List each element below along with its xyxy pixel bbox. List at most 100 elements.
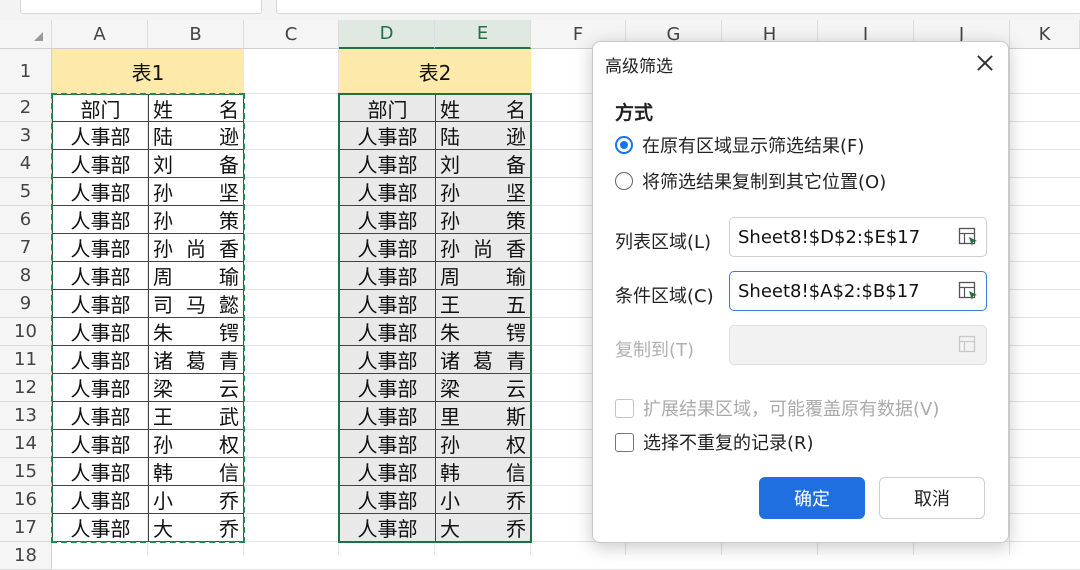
- table1-cell-dept[interactable]: 人事部: [52, 122, 148, 150]
- table1-cell-name[interactable]: 孙坚: [148, 178, 244, 206]
- cancel-button[interactable]: 取消: [879, 477, 985, 519]
- row-header-8[interactable]: 8: [0, 262, 52, 290]
- table1-cell-name[interactable]: 刘备: [148, 150, 244, 178]
- table1-cell-dept[interactable]: 人事部: [52, 374, 148, 402]
- table2-cell-name[interactable]: 大乔: [435, 514, 531, 542]
- table1-cell-dept[interactable]: 人事部: [52, 178, 148, 206]
- row-header-10[interactable]: 10: [0, 318, 52, 346]
- list-range-field[interactable]: Sheet8!$D$2:$E$17: [729, 217, 987, 257]
- table1-header-dept[interactable]: 部门: [52, 94, 148, 122]
- row-header-9[interactable]: 9: [0, 290, 52, 318]
- row-header-4[interactable]: 4: [0, 150, 52, 178]
- table2-cell-name[interactable]: 孙权: [435, 430, 531, 458]
- table1-cell-name[interactable]: 大乔: [148, 514, 244, 542]
- table1-cell-dept[interactable]: 人事部: [52, 346, 148, 374]
- table2-cell-dept[interactable]: 人事部: [339, 514, 435, 542]
- table2-cell-dept[interactable]: 人事部: [339, 346, 435, 374]
- row-header-5[interactable]: 5: [0, 178, 52, 206]
- table2-cell-name[interactable]: 韩信: [435, 458, 531, 486]
- table2-cell-dept[interactable]: 人事部: [339, 262, 435, 290]
- column-header-e[interactable]: E: [435, 20, 531, 49]
- table2-cell-name[interactable]: 里斯: [435, 402, 531, 430]
- table2-cell-dept[interactable]: 人事部: [339, 374, 435, 402]
- row-header-17[interactable]: 17: [0, 514, 52, 542]
- table1-cell-name[interactable]: 小乔: [148, 486, 244, 514]
- row-header-14[interactable]: 14: [0, 430, 52, 458]
- column-header-c[interactable]: C: [244, 20, 339, 49]
- table1-cell-name[interactable]: 梁云: [148, 374, 244, 402]
- table2-cell-dept[interactable]: 人事部: [339, 430, 435, 458]
- table1-cell-name[interactable]: 周瑜: [148, 262, 244, 290]
- table2-cell-name[interactable]: 周瑜: [435, 262, 531, 290]
- ok-button[interactable]: 确定: [759, 477, 865, 519]
- row-header-16[interactable]: 16: [0, 486, 52, 514]
- table1-cell-dept[interactable]: 人事部: [52, 402, 148, 430]
- range-picker-icon[interactable]: [958, 281, 978, 301]
- table2-cell-dept[interactable]: 人事部: [339, 290, 435, 318]
- table1-cell-name[interactable]: 孙权: [148, 430, 244, 458]
- table2-cell-dept[interactable]: 人事部: [339, 178, 435, 206]
- row-header-12[interactable]: 12: [0, 374, 52, 402]
- table1-header-name[interactable]: 姓名: [148, 94, 244, 122]
- table2-title-cell[interactable]: 表2: [339, 49, 531, 94]
- column-header-b[interactable]: B: [148, 20, 244, 49]
- table1-cell-dept[interactable]: 人事部: [52, 318, 148, 346]
- table2-cell-dept[interactable]: 人事部: [339, 150, 435, 178]
- table1-cell-name[interactable]: 诸葛青: [148, 346, 244, 374]
- row-header-7[interactable]: 7: [0, 234, 52, 262]
- row-header-1[interactable]: 1: [0, 49, 52, 94]
- table1-cell-name[interactable]: 孙尚香: [148, 234, 244, 262]
- table1-cell-dept[interactable]: 人事部: [52, 430, 148, 458]
- table2-cell-dept[interactable]: 人事部: [339, 122, 435, 150]
- table2-header-dept[interactable]: 部门: [339, 94, 435, 122]
- table2-cell-name[interactable]: 朱锷: [435, 318, 531, 346]
- table1-cell-dept[interactable]: 人事部: [52, 458, 148, 486]
- table1-cell-name[interactable]: 韩信: [148, 458, 244, 486]
- table2-cell-name[interactable]: 陆逊: [435, 122, 531, 150]
- table1-cell-name[interactable]: 司马懿: [148, 290, 244, 318]
- row-header-15[interactable]: 15: [0, 458, 52, 486]
- radio-selected-icon[interactable]: [615, 136, 633, 154]
- select-all-corner[interactable]: [0, 20, 52, 49]
- table2-cell-name[interactable]: 诸葛青: [435, 346, 531, 374]
- row-header-2[interactable]: 2: [0, 94, 52, 122]
- table2-cell-dept[interactable]: 人事部: [339, 402, 435, 430]
- table2-header-name[interactable]: 姓名: [435, 94, 531, 122]
- row-header-18[interactable]: 18: [0, 542, 52, 570]
- radio-copy-to-other[interactable]: 将筛选结果复制到其它位置(O): [615, 168, 886, 194]
- table1-cell-dept[interactable]: 人事部: [52, 234, 148, 262]
- row-header-11[interactable]: 11: [0, 346, 52, 374]
- table1-cell-name[interactable]: 孙策: [148, 206, 244, 234]
- radio-unselected-icon[interactable]: [615, 172, 633, 190]
- checkbox-icon[interactable]: [615, 432, 634, 452]
- table1-cell-dept[interactable]: 人事部: [52, 290, 148, 318]
- column-header-d[interactable]: D: [339, 20, 435, 49]
- table2-cell-dept[interactable]: 人事部: [339, 318, 435, 346]
- table2-cell-name[interactable]: 小乔: [435, 486, 531, 514]
- column-header-a[interactable]: A: [52, 20, 148, 49]
- table1-cell-dept[interactable]: 人事部: [52, 150, 148, 178]
- formula-input[interactable]: [276, 0, 1080, 14]
- column-header-k[interactable]: K: [1010, 20, 1080, 49]
- table1-cell-name[interactable]: 朱锷: [148, 318, 244, 346]
- unique-records-checkbox[interactable]: 选择不重复的记录(R): [615, 429, 814, 455]
- table1-cell-dept[interactable]: 人事部: [52, 262, 148, 290]
- table2-cell-name[interactable]: 王五: [435, 290, 531, 318]
- criteria-range-field[interactable]: Sheet8!$A$2:$B$17: [729, 271, 987, 311]
- table1-cell-dept[interactable]: 人事部: [52, 514, 148, 542]
- row-header-13[interactable]: 13: [0, 402, 52, 430]
- table1-cell-name[interactable]: 王武: [148, 402, 244, 430]
- table1-title-cell[interactable]: 表1: [52, 49, 244, 94]
- table2-cell-dept[interactable]: 人事部: [339, 486, 435, 514]
- table2-cell-name[interactable]: 孙策: [435, 206, 531, 234]
- table2-cell-name[interactable]: 刘备: [435, 150, 531, 178]
- table2-cell-dept[interactable]: 人事部: [339, 458, 435, 486]
- row-header-3[interactable]: 3: [0, 122, 52, 150]
- table1-cell-dept[interactable]: 人事部: [52, 206, 148, 234]
- table2-cell-dept[interactable]: 人事部: [339, 206, 435, 234]
- radio-show-in-place[interactable]: 在原有区域显示筛选结果(F): [615, 132, 864, 158]
- close-icon[interactable]: [972, 50, 998, 76]
- table1-cell-name[interactable]: 陆逊: [148, 122, 244, 150]
- row-header-6[interactable]: 6: [0, 206, 52, 234]
- table1-cell-dept[interactable]: 人事部: [52, 486, 148, 514]
